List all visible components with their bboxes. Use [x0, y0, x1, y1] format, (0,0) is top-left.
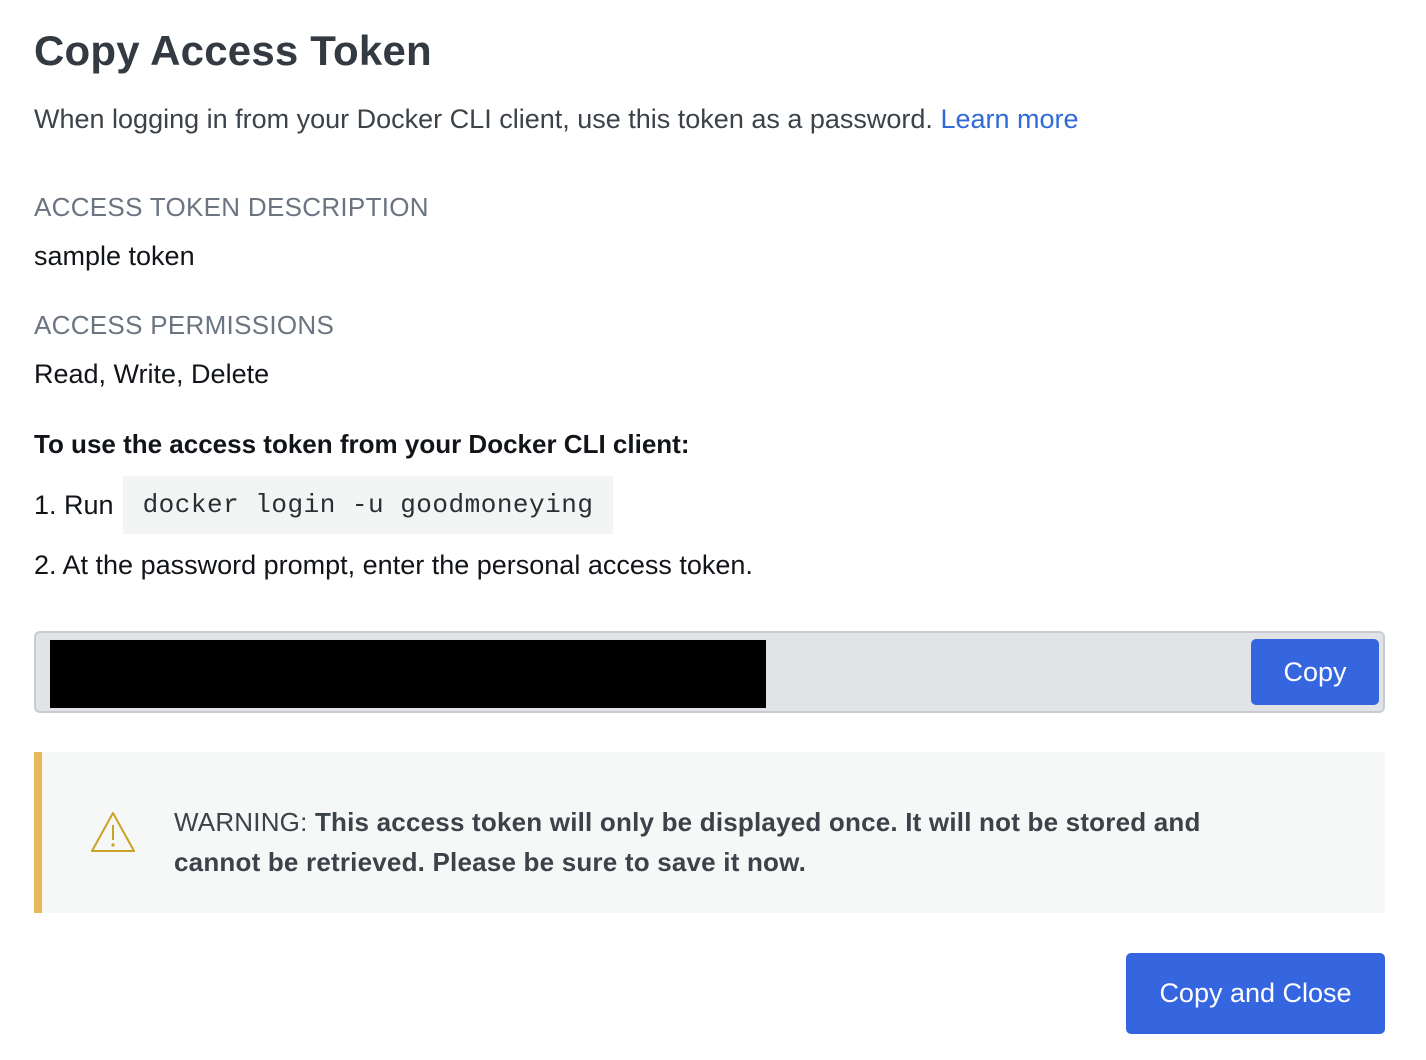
docker-login-command: docker login -u goodmoneying [122, 476, 614, 534]
dialog-subtitle: When logging in from your Docker CLI cli… [34, 100, 1079, 138]
warning-prefix: WARNING: [174, 807, 308, 837]
copy-and-close-button[interactable]: Copy and Close [1126, 953, 1385, 1034]
description-label: ACCESS TOKEN DESCRIPTION [34, 192, 429, 222]
permissions-label: ACCESS PERMISSIONS [34, 310, 335, 340]
warning-triangle-icon [91, 812, 135, 852]
instruction-step-2: 2. At the password prompt, enter the per… [34, 550, 753, 580]
instructions-heading: To use the access token from your Docker… [34, 429, 690, 459]
instruction-step-1: 1. Run docker login -u goodmoneying [34, 476, 614, 534]
copy-access-token-dialog: Copy Access Token When logging in from y… [34, 0, 1385, 1060]
warning-text: WARNING: This access token will only be … [174, 802, 1274, 882]
learn-more-link[interactable]: Learn more [940, 104, 1078, 134]
token-field: Copy [34, 631, 1385, 713]
step1-prefix: 1. Run [34, 489, 114, 520]
copy-button[interactable]: Copy [1251, 639, 1379, 705]
token-value-redacted[interactable] [50, 640, 766, 708]
subtitle-text: When logging in from your Docker CLI cli… [34, 104, 933, 134]
description-value: sample token [34, 241, 195, 271]
permissions-value: Read, Write, Delete [34, 359, 270, 389]
warning-message: This access token will only be displayed… [174, 807, 1201, 877]
dialog-title: Copy Access Token [34, 27, 432, 74]
warning-banner: WARNING: This access token will only be … [34, 752, 1385, 913]
